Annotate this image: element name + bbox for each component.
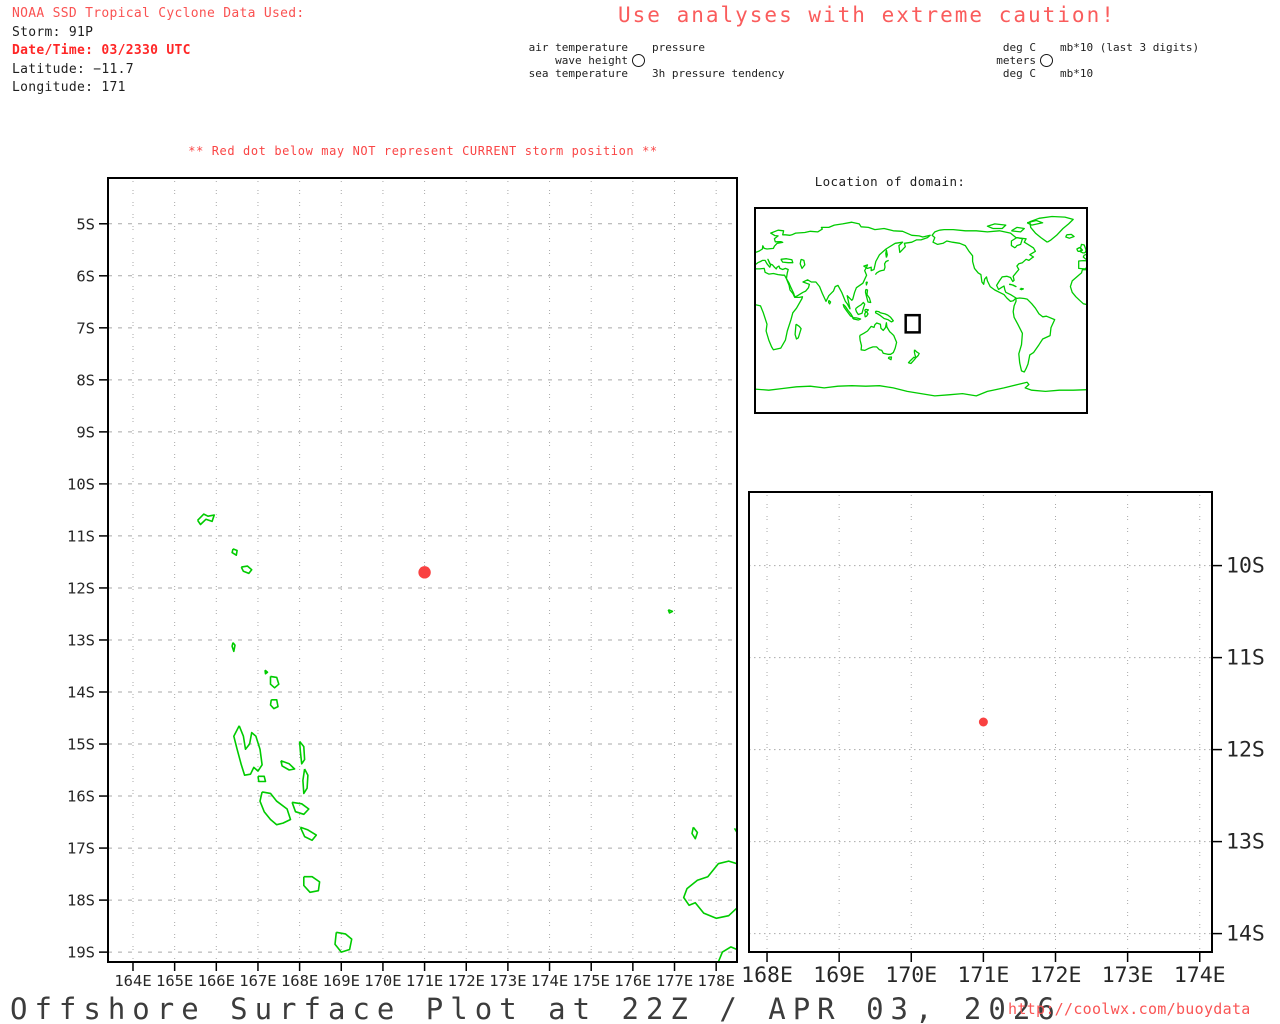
- main-map-x-tick-label: 171E: [406, 972, 443, 990]
- zoom-map-y-tick-label: 13S: [1226, 830, 1265, 855]
- main-map-y-tick-label: 16S: [67, 788, 95, 806]
- main-map-y-tick-label: 15S: [67, 736, 95, 754]
- domain-box: [904, 313, 921, 334]
- main-map-y-tick-label: 13S: [67, 631, 95, 649]
- main-map-x-tick-label: 175E: [573, 972, 610, 990]
- main-map-x-tick-label: 178E: [698, 972, 735, 990]
- main-map-axes: 164E 165E 166E 167E 168E 169E 170E 171E 172E 173E…: [67, 215, 735, 990]
- zoom-map-y-tick-label: 12S: [1226, 738, 1265, 763]
- zoom-map-x-tick-label: 172E: [1030, 963, 1082, 988]
- main-map-x-tick-label: 169E: [323, 972, 360, 990]
- main-map-y-tick-label: 11S: [67, 527, 95, 545]
- zoom-map-x-tick-label: 171E: [957, 963, 1009, 988]
- main-map-y-tick-label: 6S: [76, 267, 95, 285]
- buoy-plot-page: NOAA SSD Tropical Cyclone Data Used: Sto…: [0, 0, 1280, 1024]
- main-map-x-tick-label: 164E: [114, 972, 151, 990]
- main-map-x-tick-label: 170E: [364, 972, 401, 990]
- zoom-map-x-tick-label: 170E: [885, 963, 937, 988]
- page-title: Offshore Surface Plot at 22Z / APR 03, 2…: [10, 992, 1062, 1024]
- main-map-x-tick-label: 167E: [239, 972, 276, 990]
- storm-position-dot: [978, 717, 988, 727]
- main-map-x-tick-label: 166E: [198, 972, 235, 990]
- main-map-y-tick-label: 9S: [76, 423, 95, 441]
- main-map-y-tick-label: 5S: [76, 215, 95, 233]
- main-map-y-tick-label: 17S: [67, 840, 95, 858]
- main-map-x-tick-label: 168E: [281, 972, 318, 990]
- zoom-map-x-tick-label: 173E: [1102, 963, 1154, 988]
- main-map-x-tick-label: 176E: [614, 972, 651, 990]
- main-map-y-tick-label: 19S: [67, 944, 95, 962]
- zoom-map-y-tick-label: 10S: [1226, 554, 1265, 579]
- main-map-y-tick-label: 7S: [76, 319, 95, 337]
- world-map-coastlines: [755, 215, 1087, 397]
- storm-position-dot: [418, 566, 431, 579]
- main-map-y-tick-label: 18S: [67, 892, 95, 910]
- main-map-y-tick-label: 10S: [67, 475, 95, 493]
- main-map-y-tick-label: 14S: [67, 683, 95, 701]
- plots-svg: 164E 165E 166E 167E 168E 169E 170E 171E 172E 173E…: [67, 177, 1265, 990]
- main-map-y-tick-label: 12S: [67, 579, 95, 597]
- main-map-x-tick-label: 173E: [489, 972, 526, 990]
- zoom-map-y-tick-label: 11S: [1226, 646, 1265, 671]
- buoydata-link[interactable]: http://coolwx.com/buoydata: [1008, 1000, 1251, 1018]
- main-map-x-tick-label: 172E: [448, 972, 485, 990]
- main-map: 164E 165E 166E 167E 168E 169E 170E 171E 172E 173E…: [67, 177, 738, 990]
- zoom-map-axes: 168E 169E 170E 171E 172E 173E 174E 10S 11S 12S 13S…: [741, 554, 1265, 988]
- zoom-map-x-tick-label: 169E: [813, 963, 865, 988]
- zoom-map-x-tick-label: 168E: [741, 963, 793, 988]
- main-map-x-tick-label: 174E: [531, 972, 568, 990]
- main-map-x-tick-label: 177E: [656, 972, 693, 990]
- main-map-y-tick-label: 8S: [76, 371, 95, 389]
- world-map: [754, 207, 1088, 414]
- zoom-map: 168E 169E 170E 171E 172E 173E 174E 10S 11S 12S 13S…: [741, 491, 1265, 988]
- zoom-map-y-tick-label: 14S: [1226, 922, 1265, 947]
- main-map-coastlines: [196, 513, 737, 962]
- zoom-map-x-tick-label: 174E: [1174, 963, 1226, 988]
- main-map-x-tick-label: 165E: [156, 972, 193, 990]
